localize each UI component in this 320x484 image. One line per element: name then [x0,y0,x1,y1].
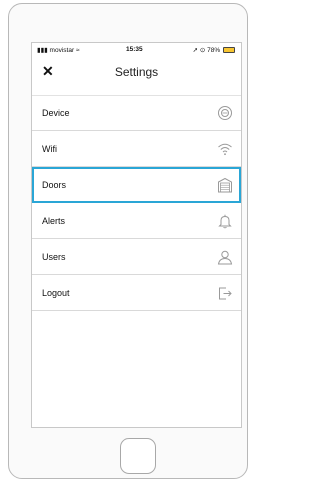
garage-door-icon [217,177,233,193]
bell-icon [217,213,233,229]
phone-frame: ▮▮▮ movistar ≈ 15:35 ➚ ⊙ 78% ✕ Settings … [8,3,248,479]
alarm-icon: ⊙ [199,47,206,54]
settings-item-label: Device [42,108,70,118]
page-title: Settings [114,65,159,79]
carrier-label: ▮▮▮ movistar ≈ [37,47,80,54]
settings-item-label: Doors [42,180,67,190]
device-icon [217,105,233,121]
phone-screen: ▮▮▮ movistar ≈ 15:35 ➚ ⊙ 78% ✕ Settings … [31,42,242,428]
signal-icon: ▮▮▮ [37,47,48,54]
settings-item-doors[interactable]: Doors [32,167,241,203]
settings-item-logout[interactable]: Logout [32,275,241,311]
home-button[interactable] [120,438,156,474]
settings-item-label: Wifi [42,143,57,154]
settings-list: Device Wifi Doors Alerts Users Logout [32,95,241,311]
settings-item-device[interactable]: Device [32,95,241,131]
settings-item-alerts[interactable]: Alerts [32,203,241,239]
logout-icon [217,285,233,301]
settings-item-label: Logout [42,287,70,298]
location-icon: ➚ [192,47,199,54]
nav-bar: ✕ Settings [32,57,241,93]
status-bar: ▮▮▮ movistar ≈ 15:35 ➚ ⊙ 78% [32,43,241,57]
battery-label: 78% [207,47,221,54]
user-icon [217,249,233,265]
settings-item-label: Alerts [42,215,66,226]
battery-icon [223,47,235,53]
status-right: ➚ ⊙ 78% [193,46,235,54]
wifi-icon [217,141,233,157]
settings-item-label: Users [42,251,66,262]
status-time: 15:35 [126,46,143,53]
wifi-status-icon: ≈ [75,47,80,54]
settings-item-wifi[interactable]: Wifi [32,131,241,167]
settings-item-users[interactable]: Users [32,239,241,275]
